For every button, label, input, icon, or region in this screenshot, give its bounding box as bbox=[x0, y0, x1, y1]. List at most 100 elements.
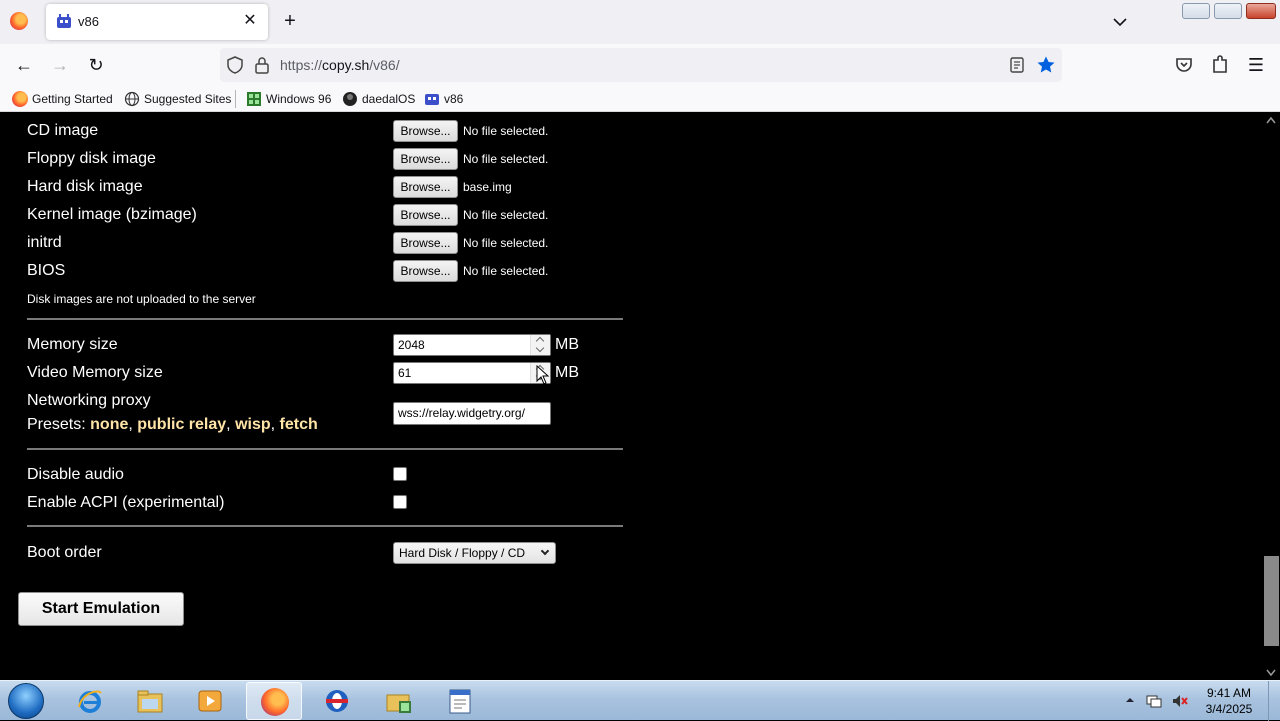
video-memory-size-input[interactable]: 61 bbox=[393, 362, 551, 384]
memory-size-unit: MB bbox=[555, 336, 579, 353]
hamburger-menu-icon[interactable]: ☰ bbox=[1244, 54, 1268, 76]
media-player-icon bbox=[198, 690, 222, 712]
divider bbox=[27, 525, 623, 527]
taskbar-firefox[interactable] bbox=[246, 682, 302, 720]
address-bar[interactable]: https://copy.sh/v86/ bbox=[220, 48, 1062, 82]
taskbar-notepad[interactable] bbox=[432, 682, 488, 720]
clock-time: 9:41 AM bbox=[1206, 686, 1252, 700]
reader-view-icon[interactable] bbox=[1008, 56, 1026, 74]
url-text[interactable]: https://copy.sh/v86/ bbox=[280, 57, 400, 73]
show-desktop-button[interactable] bbox=[1268, 681, 1280, 721]
opera-icon bbox=[326, 690, 348, 712]
forward-arrow-icon[interactable]: → bbox=[48, 54, 72, 76]
taskbar-file-explorer[interactable] bbox=[122, 682, 178, 720]
taskbar-folder[interactable] bbox=[371, 682, 427, 720]
bios-status: No file selected. bbox=[463, 264, 549, 278]
divider bbox=[27, 448, 623, 450]
memory-size-label: Memory size bbox=[27, 336, 118, 353]
page-content: CD image Browse... No file selected. Flo… bbox=[0, 113, 1264, 680]
start-emulation-button[interactable]: Start Emulation bbox=[18, 592, 184, 626]
hard-disk-image-label: Hard disk image bbox=[27, 178, 143, 195]
preset-public-relay-link[interactable]: public relay bbox=[137, 416, 226, 433]
firefox-icon bbox=[261, 688, 289, 716]
initrd-browse-button[interactable]: Browse... bbox=[393, 232, 458, 254]
cd-image-browse-button[interactable]: Browse... bbox=[393, 120, 458, 142]
video-memory-size-label: Video Memory size bbox=[27, 364, 163, 381]
chevron-down-icon[interactable] bbox=[1110, 12, 1130, 32]
bookmark-windows96[interactable]: Windows 96 bbox=[246, 90, 334, 108]
bios-browse-button[interactable]: Browse... bbox=[393, 260, 458, 282]
boot-order-value: Hard Disk / Floppy / CD bbox=[399, 546, 526, 560]
reload-icon[interactable]: ↻ bbox=[84, 54, 108, 76]
windows-start-icon[interactable] bbox=[8, 683, 44, 719]
memory-size-input[interactable]: 2048 bbox=[393, 334, 551, 356]
taskbar-internet-explorer[interactable] bbox=[62, 682, 118, 720]
scroll-down-arrow-icon[interactable] bbox=[1266, 669, 1276, 677]
scroll-up-arrow-icon[interactable] bbox=[1266, 116, 1276, 124]
windows96-icon bbox=[247, 92, 261, 106]
bookmarks-toolbar: Getting Started Suggested Sites Windows … bbox=[0, 86, 1280, 112]
bookmark-daedalos[interactable]: daedalOS bbox=[342, 90, 416, 108]
kernel-image-browse-button[interactable]: Browse... bbox=[393, 204, 458, 226]
presets-label: Presets: bbox=[27, 416, 91, 433]
tab-v86[interactable]: v86 ✕ bbox=[46, 4, 268, 40]
plus-icon[interactable]: + bbox=[278, 10, 302, 34]
disable-audio-checkbox[interactable] bbox=[393, 467, 407, 481]
hard-disk-image-status: base.img bbox=[463, 180, 512, 194]
memory-size-spinner[interactable] bbox=[530, 335, 550, 355]
floppy-image-browse-button[interactable]: Browse... bbox=[393, 148, 458, 170]
networking-proxy-label: Networking proxy bbox=[27, 392, 151, 409]
window-restore-button[interactable] bbox=[1214, 3, 1242, 19]
internet-explorer-icon bbox=[78, 690, 102, 713]
extensions-icon[interactable] bbox=[1208, 54, 1232, 76]
folder-icon bbox=[386, 694, 411, 713]
taskbar-opera[interactable] bbox=[309, 682, 365, 720]
networking-proxy-input[interactable]: wss://relay.widgetry.org/ bbox=[393, 402, 551, 425]
star-icon[interactable] bbox=[1036, 55, 1056, 75]
firefox-icon[interactable] bbox=[10, 12, 28, 30]
enable-acpi-checkbox[interactable] bbox=[393, 495, 407, 509]
file-explorer-icon bbox=[137, 690, 163, 713]
kernel-image-status: No file selected. bbox=[463, 208, 549, 222]
bios-label: BIOS bbox=[27, 262, 66, 279]
taskbar-media-player[interactable] bbox=[182, 682, 238, 720]
bookmark-suggested-sites[interactable]: Suggested Sites bbox=[124, 90, 231, 108]
network-icon[interactable] bbox=[1146, 693, 1162, 709]
disk-images-note: Disk images are not uploaded to the serv… bbox=[27, 292, 256, 306]
firefox-icon bbox=[12, 91, 28, 107]
window-close-button[interactable] bbox=[1246, 3, 1276, 19]
back-arrow-icon[interactable]: ← bbox=[12, 54, 36, 76]
globe-icon bbox=[124, 91, 140, 107]
preset-none-link[interactable]: none bbox=[90, 416, 128, 433]
disable-audio-label: Disable audio bbox=[27, 466, 124, 483]
show-hidden-icons-icon[interactable] bbox=[1125, 695, 1135, 705]
floppy-image-status: No file selected. bbox=[463, 152, 549, 166]
scrollbar-thumb[interactable] bbox=[1264, 556, 1279, 646]
hard-disk-image-browse-button[interactable]: Browse... bbox=[393, 176, 458, 198]
taskbar-clock[interactable]: 9:41 AM 3/4/2025 bbox=[1198, 685, 1260, 717]
enable-acpi-label: Enable ACPI (experimental) bbox=[27, 494, 225, 511]
memory-size-value: 2048 bbox=[398, 338, 425, 352]
close-icon[interactable]: ✕ bbox=[240, 11, 260, 31]
lock-icon[interactable] bbox=[254, 56, 270, 74]
preset-wisp-link[interactable]: wisp bbox=[235, 416, 271, 433]
initrd-label: initrd bbox=[27, 234, 62, 251]
shield-icon[interactable] bbox=[226, 56, 244, 74]
window-minimize-button[interactable] bbox=[1182, 3, 1210, 19]
preset-fetch-link[interactable]: fetch bbox=[280, 416, 318, 433]
kernel-image-label: Kernel image (bzimage) bbox=[27, 206, 197, 223]
bookmark-separator bbox=[235, 90, 236, 108]
v86-icon bbox=[57, 14, 71, 28]
initrd-status: No file selected. bbox=[463, 236, 549, 250]
cd-image-status: No file selected. bbox=[463, 124, 549, 138]
boot-order-label: Boot order bbox=[27, 544, 102, 561]
tab-title: v86 bbox=[78, 14, 99, 29]
floppy-image-label: Floppy disk image bbox=[27, 150, 156, 167]
v86-icon bbox=[425, 94, 439, 105]
windows-taskbar: 9:41 AM 3/4/2025 bbox=[0, 680, 1280, 721]
volume-muted-icon[interactable] bbox=[1171, 693, 1189, 709]
bookmark-getting-started[interactable]: Getting Started bbox=[12, 90, 116, 108]
bookmark-v86[interactable]: v86 bbox=[424, 90, 468, 108]
pocket-icon[interactable] bbox=[1172, 54, 1196, 76]
boot-order-select[interactable]: Hard Disk / Floppy / CD bbox=[393, 542, 556, 564]
